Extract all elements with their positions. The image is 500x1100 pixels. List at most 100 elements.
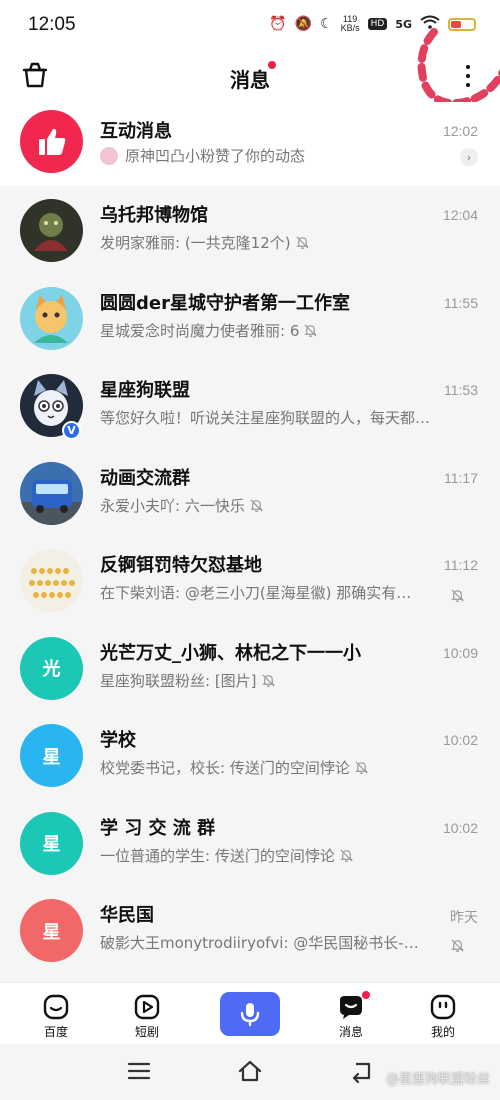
muted-bell-icon xyxy=(250,498,263,512)
conversation-time: 10:02 xyxy=(442,819,478,836)
conversation-time: 12:02 xyxy=(442,123,478,139)
avatar xyxy=(20,286,83,350)
conversation-row[interactable]: 乌托邦博物馆 12:04 发明家雅丽: (一共克隆12个) xyxy=(0,186,500,274)
muted-bell-icon xyxy=(451,939,464,952)
conversation-title: 乌托邦博物馆 xyxy=(100,205,208,226)
preview-text: 星座狗联盟粉丝: [图片] xyxy=(100,671,257,690)
message-face-icon xyxy=(340,996,362,1019)
baidu-face-icon xyxy=(43,994,69,1020)
museum-avatar-image xyxy=(20,199,82,261)
preview-text: 永爱小夫吖: 六一快乐 xyxy=(100,496,245,515)
conversation-title: 星座狗联盟 xyxy=(100,380,190,401)
annotation-circle xyxy=(417,28,500,107)
conversation-time: 昨天 xyxy=(450,909,478,925)
tab-messages[interactable]: 消息 xyxy=(316,983,386,1045)
menu-icon[interactable] xyxy=(126,1058,152,1084)
emoji-grid-avatar-image xyxy=(20,549,82,611)
net-speed: 119 KB/s xyxy=(341,15,360,33)
tab-label: 短剧 xyxy=(134,1025,159,1039)
conversation-list: 互动消息 12:02 原神凹凸小粉赞了你的动态 › 乌托邦博物馆 12:04 发… xyxy=(0,102,500,974)
avatar xyxy=(20,549,83,612)
conversation-time: 11:12 xyxy=(444,557,478,573)
muted-bell-icon xyxy=(304,323,318,337)
avatar xyxy=(20,110,83,173)
conversation-preview: 校党委书记，校长: 传送门的空间悖论 xyxy=(100,757,460,778)
muted-bell-icon xyxy=(295,236,309,249)
profile-face-icon xyxy=(430,994,456,1020)
signal-5g-icon: 5G xyxy=(395,17,412,31)
avatar: 星 xyxy=(20,811,83,875)
conversation-title: 圆圆der星城守护者第一工作室 xyxy=(100,292,350,314)
tab-short-drama[interactable]: 短剧 xyxy=(112,983,182,1045)
muted-bell-icon xyxy=(340,848,353,862)
conversation-row[interactable]: 反锕铒罚特欠怼基地 11:12 在下柴刘语: @老三小刀(星海星徽) 那确实有… xyxy=(0,536,500,624)
tab-label: 消息 xyxy=(338,1025,363,1039)
bottom-tab-bar: 百度 短剧 消息 我的 xyxy=(0,982,500,1044)
preview-text: 发明家雅丽: (一共克隆12个) xyxy=(100,234,291,252)
watermark: @星座狗联盟粉丝 xyxy=(385,1072,490,1087)
muted-bell-icon xyxy=(451,589,464,602)
tab-label: 百度 xyxy=(43,1025,68,1039)
avatar: 星 xyxy=(20,724,83,787)
mute-bell-icon: 🔕 xyxy=(294,16,313,32)
back-icon[interactable] xyxy=(348,1058,374,1084)
microphone-icon xyxy=(240,1003,260,1027)
tab-badge-dot xyxy=(362,991,370,999)
muted-bell-icon xyxy=(261,673,275,687)
preview-text: 星城爱念时尚魔力使者雅丽: 6 xyxy=(100,321,300,340)
conversation-title: 反锕铒罚特欠怼基地 xyxy=(100,555,262,576)
conversation-row[interactable]: 星 学 习 交 流 群 10:02 一位普通的学生: 传送门的空间悖论 xyxy=(0,799,500,887)
preview-text: 破影大王monytrodiiryofvi: @华民国秘书长-… xyxy=(100,934,419,952)
conversation-preview: 星城爱念时尚魔力使者雅丽: 6 xyxy=(100,320,460,341)
avatar xyxy=(20,461,83,525)
tab-label: 我的 xyxy=(430,1025,455,1039)
conversation-time: 10:02 xyxy=(442,732,478,748)
alarm-icon: ⏰ xyxy=(269,16,287,32)
conversation-time: 11:55 xyxy=(444,294,478,311)
conversation-title: 学 习 交 流 群 xyxy=(100,817,216,839)
conversation-preview: 星座狗联盟粉丝: [图片] xyxy=(100,670,460,691)
muted-bell-icon xyxy=(355,761,368,774)
system-nav-bar: @星座狗联盟粉丝 xyxy=(0,1044,500,1100)
conversation-row[interactable]: 光 光芒万丈_小狮、林杞之下一一小 10:09 星座狗联盟粉丝: [图片] xyxy=(0,624,500,712)
conversation-preview: 破影大王monytrodiiryofvi: @华民国秘书长-… xyxy=(100,932,430,953)
tab-baidu[interactable]: 百度 xyxy=(21,983,91,1045)
conversation-preview: 永爱小夫吖: 六一快乐 xyxy=(100,495,460,516)
status-time: 12:05 xyxy=(28,14,76,35)
conversation-preview: 在下柴刘语: @老三小刀(星海星徽) 那确实有… xyxy=(100,582,430,603)
avatar: 星 xyxy=(20,899,83,962)
mini-avatar xyxy=(100,146,118,165)
avatar: 光 xyxy=(20,636,83,700)
title-badge-dot xyxy=(268,61,276,69)
conversation-row[interactable]: 星 学校 10:02 校党委书记，校长: 传送门的空间悖论 xyxy=(0,711,500,799)
play-square-icon xyxy=(134,994,160,1020)
preview-text: 一位普通的学生: 传送门的空间悖论 xyxy=(100,846,335,865)
conversation-title: 学校 xyxy=(100,730,136,751)
conversation-row[interactable]: 星 华民国 昨天 破影大王monytrodiiryofvi: @华民国秘书长-… xyxy=(0,886,500,974)
thumbs-up-icon xyxy=(38,128,65,155)
conversation-preview: 原神凹凸小粉赞了你的动态 xyxy=(100,145,460,166)
conversation-preview: 一位普通的学生: 传送门的空间悖论 xyxy=(100,845,460,866)
conversation-time: 11:53 xyxy=(444,382,478,398)
conversation-title: 互动消息 xyxy=(100,121,172,142)
conversation-row-interactions[interactable]: 互动消息 12:02 原神凹凸小粉赞了你的动态 › xyxy=(0,102,500,186)
conversation-time: 11:17 xyxy=(444,469,478,486)
conversation-row[interactable]: 圆圆der星城守护者第一工作室 11:55 星城爱念时尚魔力使者雅丽: 6 xyxy=(0,274,500,362)
preview-text: 校党委书记，校长: 传送门的空间悖论 xyxy=(100,759,350,777)
avatar xyxy=(20,199,83,262)
conversation-row[interactable]: 动画交流群 11:17 永爱小夫吖: 六一快乐 xyxy=(0,449,500,537)
cartoon-cat-avatar-image xyxy=(20,286,82,349)
home-icon[interactable] xyxy=(237,1058,263,1084)
chevron-right-icon[interactable]: › xyxy=(460,148,478,166)
conversation-title: 动画交流群 xyxy=(100,467,190,489)
conversation-time: 12:04 xyxy=(442,207,478,223)
preview-text: 在下柴刘语: @老三小刀(星海星徽) 那确实有… xyxy=(100,584,412,602)
conversation-row[interactable]: V 星座狗联盟 11:53 等您好久啦！听说关注星座狗联盟的人，每天都… xyxy=(0,361,500,449)
voice-search-button[interactable] xyxy=(220,992,280,1036)
preview-text: 等您好久啦！听说关注星座狗联盟的人，每天都… xyxy=(100,409,431,427)
tab-mine[interactable]: 我的 xyxy=(408,983,478,1045)
bus-avatar-image xyxy=(20,461,83,525)
conversation-preview: 等您好久啦！听说关注星座狗联盟的人，每天都… xyxy=(100,407,460,428)
net-speed-unit: KB/s xyxy=(340,23,360,33)
moon-icon: ☾ xyxy=(320,16,333,32)
